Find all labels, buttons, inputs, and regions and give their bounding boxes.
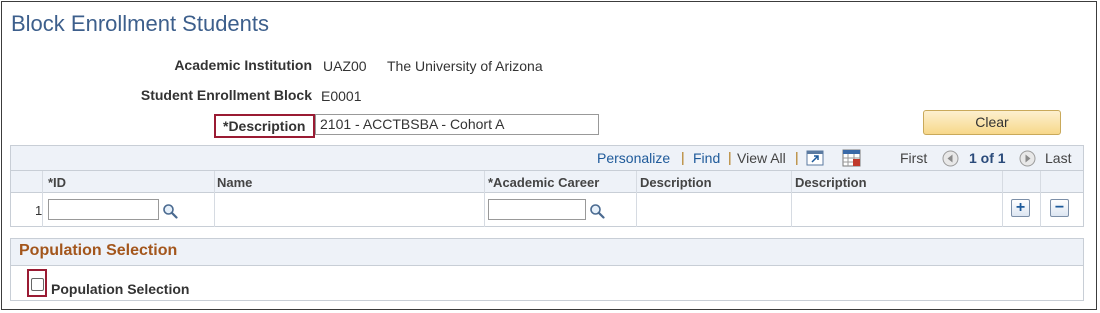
column-divider (214, 171, 215, 227)
first-label: First (900, 150, 928, 166)
page-title: Block Enrollment Students (11, 11, 270, 36)
population-selection-checkbox-label[interactable]: Population Selection (51, 281, 189, 297)
next-row-icon[interactable] (1019, 150, 1036, 167)
personalize-link[interactable]: Personalize (597, 150, 670, 166)
toolbar-separator: | (728, 149, 732, 165)
population-selection-title: Population Selection (19, 242, 178, 259)
column-divider (636, 171, 637, 227)
description-input[interactable]: 2101 - ACCTBSBA - Cohort A (315, 114, 599, 135)
delete-row-button[interactable]: − (1050, 199, 1069, 217)
column-divider (484, 171, 485, 227)
column-divider (1040, 171, 1041, 227)
previous-row-icon[interactable] (942, 150, 959, 167)
view-all-link[interactable]: View All (737, 150, 786, 166)
student-enrollment-block-label: Student Enrollment Block (140, 87, 312, 103)
students-grid: Personalize | Find | View All | First 1 … (10, 145, 1084, 227)
id-input[interactable] (48, 199, 159, 220)
column-header-academic-career: *Academic Career (488, 175, 600, 190)
toolbar-separator: | (795, 149, 799, 165)
column-divider (791, 171, 792, 227)
student-enrollment-block-value: E0001 (321, 88, 362, 104)
row-number: 1 (35, 203, 43, 218)
download-spreadsheet-icon[interactable] (842, 149, 861, 167)
column-header-id: *ID (48, 175, 67, 190)
new-window-icon[interactable] (806, 150, 824, 166)
column-divider (1002, 171, 1003, 227)
toolbar-separator: | (681, 149, 685, 165)
population-selection-checkbox[interactable] (31, 278, 44, 291)
column-header-name: Name (217, 175, 253, 190)
clear-button[interactable]: Clear (923, 110, 1061, 135)
search-icon[interactable] (589, 203, 605, 219)
academic-institution-code: UAZ00 (323, 58, 367, 74)
academic-institution-label: Academic Institution (174, 57, 312, 73)
add-row-button[interactable]: + (1011, 199, 1030, 217)
column-header-description-2: Description (795, 175, 867, 190)
column-divider (42, 171, 43, 227)
description-label: *Description (223, 118, 306, 134)
find-link[interactable]: Find (693, 150, 720, 166)
row-range: 1 of 1 (969, 150, 1006, 166)
academic-institution-name: The University of Arizona (387, 58, 543, 74)
search-icon[interactable] (162, 203, 178, 219)
academic-career-input[interactable] (488, 199, 586, 220)
delete-row-label: − (1054, 199, 1065, 216)
column-header-description-1: Description (640, 175, 712, 190)
population-selection-header: Population Selection (11, 239, 1083, 266)
last-label: Last (1045, 150, 1072, 166)
add-row-label: + (1015, 199, 1026, 216)
grid-toolbar: Personalize | Find | View All | First 1 … (11, 146, 1083, 171)
grid-header-row: *ID Name *Academic Career Description De… (11, 171, 1083, 193)
